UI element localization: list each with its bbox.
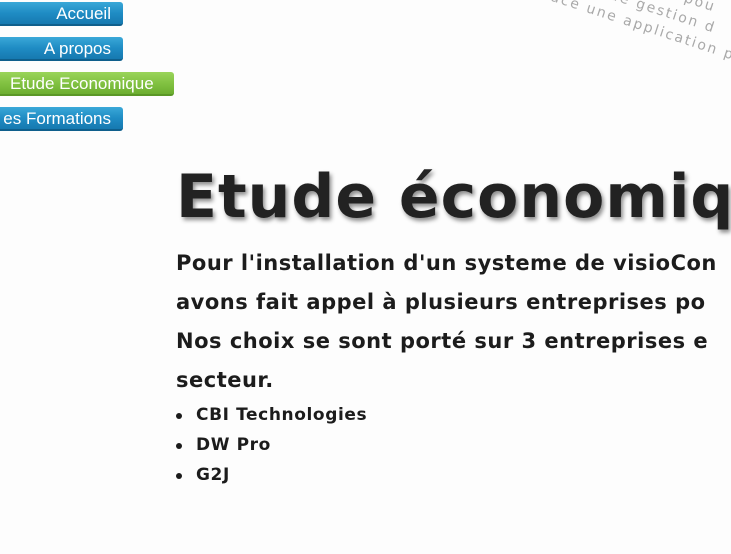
list-item-company: G2J (176, 460, 731, 490)
rotated-slogan: pou de gestion d place une application p (508, 0, 731, 136)
nav-item-a-propos[interactable]: A propos (0, 37, 123, 61)
intro-line: Pour l'installation d'un systeme de visi… (176, 251, 717, 275)
nav-item-etude-economique[interactable]: Etude Economique (0, 72, 174, 96)
main-content: Etude économiqu Pour l'installation d'un… (176, 160, 731, 490)
nav-item-formations[interactable]: es Formations (0, 107, 123, 131)
intro-paragraph: Pour l'installation d'un systeme de visi… (176, 244, 731, 400)
list-item-company: DW Pro (176, 430, 731, 460)
page: Accueil A propos Etude Economique es For… (0, 0, 731, 554)
intro-line: Nos choix se sont porté sur 3 entreprise… (176, 329, 709, 353)
list-item-company: CBI Technologies (176, 400, 731, 430)
company-list: CBI Technologies DW Pro G2J (176, 400, 731, 490)
nav-item-accueil[interactable]: Accueil (0, 2, 123, 26)
page-title: Etude économiqu (176, 162, 731, 232)
intro-line: avons fait appel à plusieurs entreprises… (176, 290, 706, 314)
intro-line: secteur. (176, 368, 274, 392)
